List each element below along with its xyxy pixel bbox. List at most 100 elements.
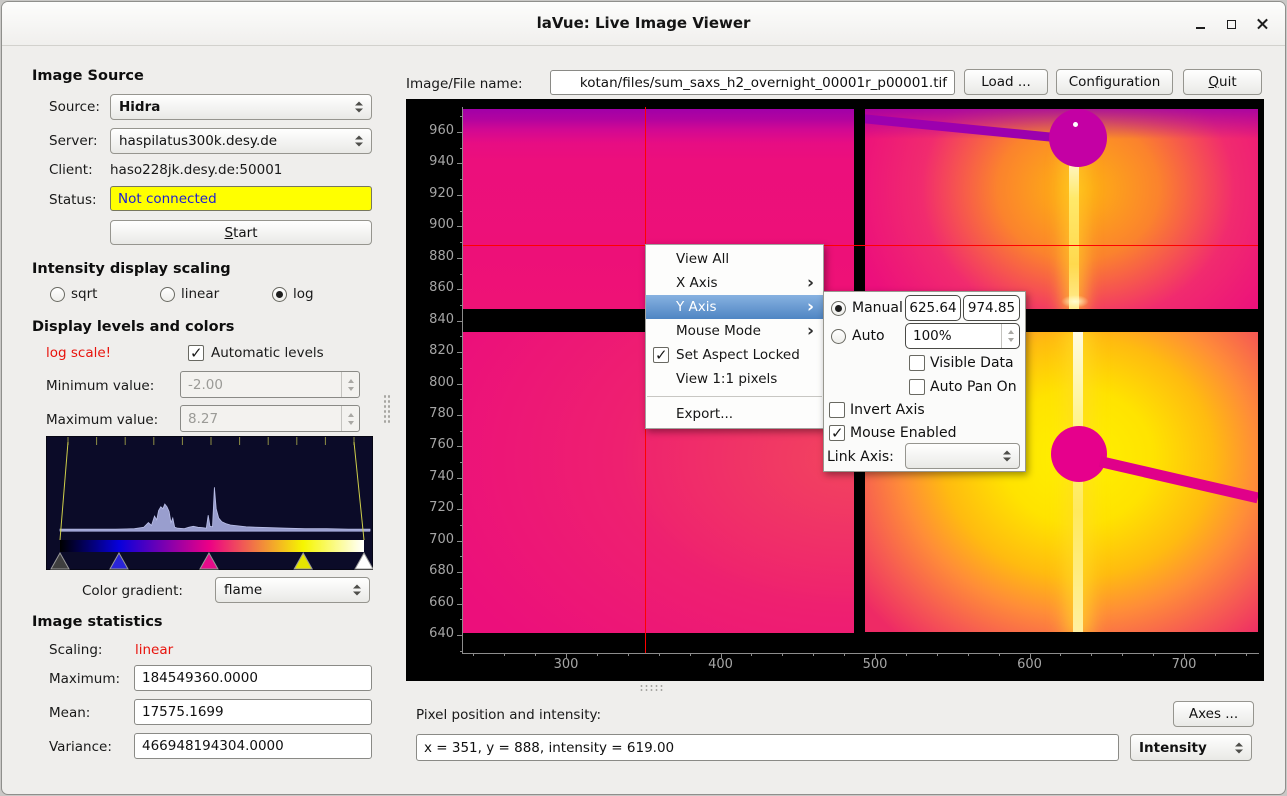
intensity-histogram[interactable] [46, 436, 373, 570]
manual-radio[interactable] [831, 301, 846, 316]
close-icon[interactable] [1257, 18, 1269, 30]
configuration-button[interactable]: Configuration [1056, 69, 1173, 95]
splitter-grip[interactable] [639, 684, 665, 692]
menu-item-checkbox-icon [653, 347, 669, 363]
histogram-widget[interactable] [46, 436, 373, 570]
y-axis-tick-label: 880 [406, 249, 454, 264]
quit-button[interactable]: Quit [1183, 69, 1262, 95]
menu-item-mouse-mode[interactable]: Mouse Mode› [646, 319, 823, 343]
y-axis-tick [457, 195, 462, 196]
server-combobox[interactable]: haspilatus300k.desy.de [110, 128, 372, 154]
y-axis-tick-label: 740 [406, 469, 454, 484]
stats-mean-field[interactable]: 17575.1699 [134, 699, 372, 725]
spin-arrows-icon[interactable] [1001, 324, 1019, 348]
y-axis-tick-label: 900 [406, 217, 454, 232]
spin-arrows-icon[interactable] [341, 406, 359, 431]
stats-maximum-label: Maximum: [49, 671, 120, 687]
menu-item-set-aspect-locked[interactable]: Set Aspect Locked [646, 343, 823, 367]
intensity-combobox[interactable]: Intensity [1130, 734, 1252, 761]
minimize-icon[interactable] [1195, 18, 1207, 30]
y-axis-minor-tick [460, 619, 462, 620]
y-axis-tick [457, 226, 462, 227]
scaling-radio-linear[interactable] [160, 287, 175, 302]
menu-item-x-axis[interactable]: X Axis› [646, 271, 823, 295]
y-axis-tick [457, 163, 462, 164]
window-title: laVue: Live Image Viewer [2, 14, 1285, 32]
manual-min-input[interactable]: 625.64 [905, 295, 961, 321]
y-axis-tick-label: 920 [406, 186, 454, 201]
file-name-input[interactable]: kotan/files/sum_saxs_h2_overnight_00001r… [550, 70, 955, 95]
y-axis-minor-tick [460, 368, 462, 369]
beam-streak [1069, 161, 1079, 309]
visible-data-label: Visible Data [930, 355, 1014, 371]
stats-maximum-field[interactable]: 184549360.0000 [134, 665, 372, 691]
x-axis-tick-label: 500 [850, 657, 900, 672]
menu-item-y-axis[interactable]: Y Axis› [646, 295, 823, 319]
maximize-icon[interactable] [1226, 18, 1238, 30]
x-axis-minor-tick [968, 653, 969, 656]
auto-percent-spinbox[interactable]: 100% [905, 323, 1020, 349]
display-levels-heading: Display levels and colors [32, 319, 234, 335]
combo-updown-icon [355, 136, 363, 147]
x-axis-minor-tick [782, 653, 783, 656]
automatic-levels-checkbox[interactable] [188, 345, 204, 361]
intensity-scaling-heading: Intensity display scaling [32, 261, 231, 277]
color-gradient-label: Color gradient: [82, 583, 183, 599]
gradient-bar [60, 540, 364, 552]
y-axis-tick [457, 415, 462, 416]
menu-item-export[interactable]: Export... [646, 402, 823, 426]
menu-item-view-all[interactable]: View All [646, 247, 823, 271]
menu-item-label: Export... [676, 406, 814, 422]
color-gradient-combobox[interactable]: flame [215, 577, 370, 603]
spin-arrows-icon[interactable] [341, 372, 359, 397]
stats-maximum-value: 184549360.0000 [142, 670, 258, 686]
stats-variance-label: Variance: [49, 739, 112, 755]
combo-updown-icon [1235, 742, 1243, 753]
visible-data-checkbox[interactable] [909, 355, 925, 371]
stats-scaling-label: Scaling: [49, 642, 102, 658]
maximum-value-spinbox[interactable]: 8.27 [180, 405, 360, 432]
auto-radio[interactable] [831, 329, 846, 344]
beamstop-circle [1051, 426, 1107, 482]
y-axis-tick [457, 258, 462, 259]
x-axis-line [462, 653, 1259, 654]
pixel-position-value: x = 351, y = 888, intensity = 619.00 [424, 740, 674, 756]
menu-item-view-1-1-pixels[interactable]: View 1:1 pixels [646, 367, 823, 391]
stats-variance-field[interactable]: 466948194304.0000 [134, 733, 372, 759]
crosshair-horizontal-line [463, 245, 1258, 246]
x-axis-minor-tick [906, 653, 907, 656]
stats-scaling-value: linear [135, 642, 173, 658]
manual-max-input[interactable]: 974.85 [963, 295, 1020, 321]
y-axis-minor-tick [460, 211, 462, 212]
y-axis-tick [457, 352, 462, 353]
y-axis-tick [457, 604, 462, 605]
scaling-radio-label-sqrt: sqrt [71, 286, 97, 302]
pixel-position-field[interactable]: x = 351, y = 888, intensity = 619.00 [416, 734, 1119, 761]
beamstop-arm [1099, 456, 1258, 503]
scaling-radio-sqrt[interactable] [50, 287, 65, 302]
maximum-value-label: Maximum value: [46, 412, 158, 428]
mouse-enabled-checkbox[interactable] [829, 425, 845, 441]
y-axis-minor-tick [460, 179, 462, 180]
source-combobox[interactable]: Hidra [110, 94, 372, 120]
menu-item-label: View 1:1 pixels [676, 371, 814, 387]
invert-axis-checkbox[interactable] [829, 402, 845, 418]
y-axis-tick [457, 289, 462, 290]
y-axis-tick [457, 321, 462, 322]
x-axis-tick [875, 653, 876, 659]
beamstop-circle [1049, 109, 1107, 167]
y-axis-minor-tick [460, 116, 462, 117]
invert-axis-label: Invert Axis [850, 402, 925, 418]
splitter-grip[interactable] [383, 394, 391, 424]
x-axis-minor-tick [1246, 653, 1247, 656]
y-axis-minor-tick [460, 242, 462, 243]
link-axis-combobox[interactable] [905, 443, 1020, 469]
scaling-radio-log[interactable] [272, 287, 287, 302]
axes-button[interactable]: Axes ... [1173, 701, 1254, 727]
start-button[interactable]: Start [110, 220, 372, 245]
minimum-value-spinbox[interactable]: -2.00 [180, 371, 360, 398]
x-axis-tick [566, 653, 567, 659]
auto-pan-checkbox[interactable] [909, 379, 925, 395]
y-axis-tick-label: 840 [406, 312, 454, 327]
load-button[interactable]: Load ... [964, 69, 1048, 95]
